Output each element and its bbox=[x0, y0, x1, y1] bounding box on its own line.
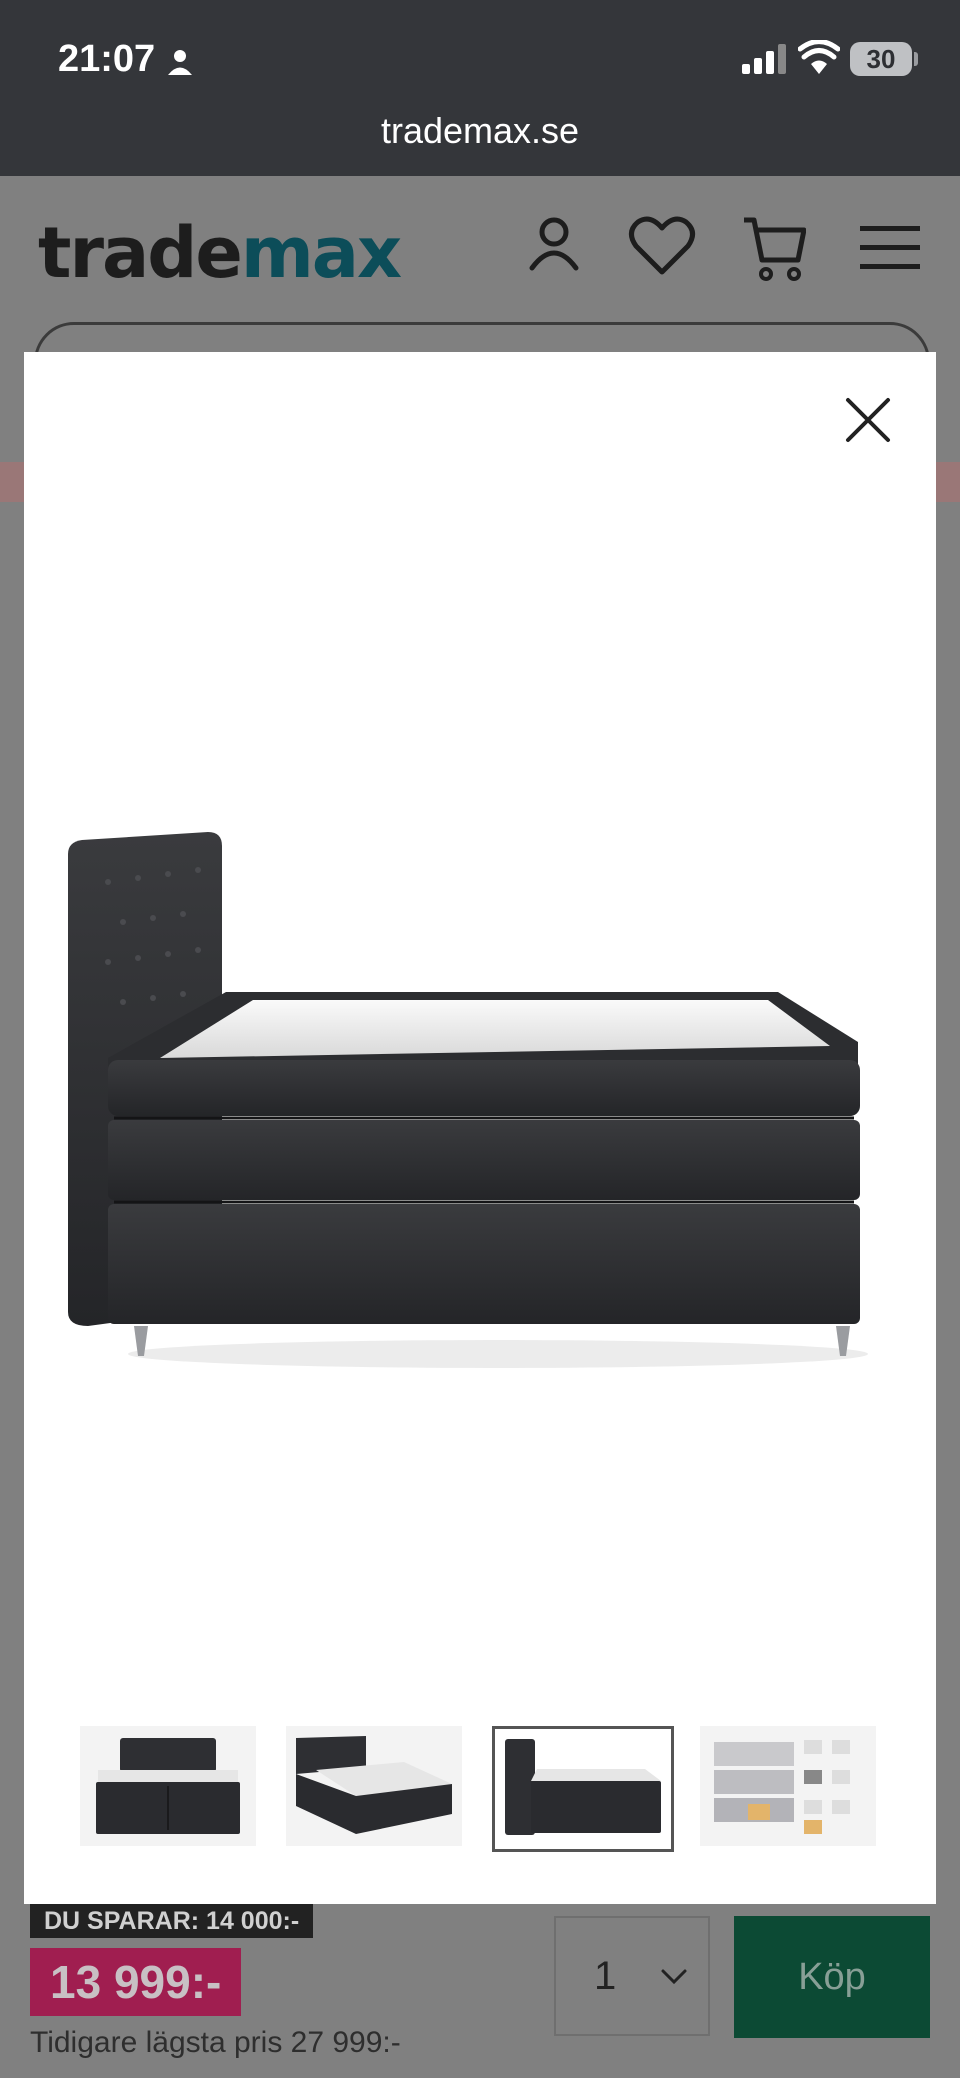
cart-icon[interactable] bbox=[742, 216, 806, 282]
quantity-value: 1 bbox=[594, 1954, 617, 1998]
logo-part2: max bbox=[240, 212, 402, 294]
status-bar: 21:07 30 trademax.se bbox=[0, 0, 960, 176]
savings-badge: DU SPARAR: 14 000:- bbox=[30, 1904, 314, 1938]
wishlist-heart-icon[interactable] bbox=[628, 216, 696, 276]
thumb-front-view[interactable] bbox=[80, 1726, 256, 1846]
thumb-side-view[interactable] bbox=[492, 1726, 674, 1852]
cellular-signal-icon bbox=[742, 44, 786, 74]
browser-url[interactable]: trademax.se bbox=[0, 110, 960, 152]
chevron-down-icon bbox=[661, 1969, 687, 1985]
logo-part1: trade bbox=[38, 212, 243, 294]
wifi-icon bbox=[798, 40, 840, 74]
trademax-logo[interactable]: trademax bbox=[38, 212, 402, 294]
buy-button[interactable]: Köp bbox=[734, 1916, 930, 2038]
thumb-angled-view[interactable] bbox=[286, 1726, 462, 1846]
close-icon[interactable] bbox=[838, 390, 898, 450]
previous-price: Tidigare lägsta pris 27 999:- bbox=[30, 2026, 401, 2059]
battery-nub bbox=[914, 52, 918, 66]
status-time: 21:07 bbox=[58, 38, 156, 80]
price-tag: 13 999:- bbox=[30, 1948, 242, 2016]
main-product-image bbox=[68, 832, 868, 1368]
menu-hamburger-icon[interactable] bbox=[860, 226, 920, 270]
battery-indicator: 30 bbox=[850, 42, 912, 76]
account-icon[interactable] bbox=[528, 216, 580, 272]
person-icon bbox=[168, 50, 192, 75]
thumb-spec-diagram[interactable] bbox=[700, 1726, 876, 1846]
